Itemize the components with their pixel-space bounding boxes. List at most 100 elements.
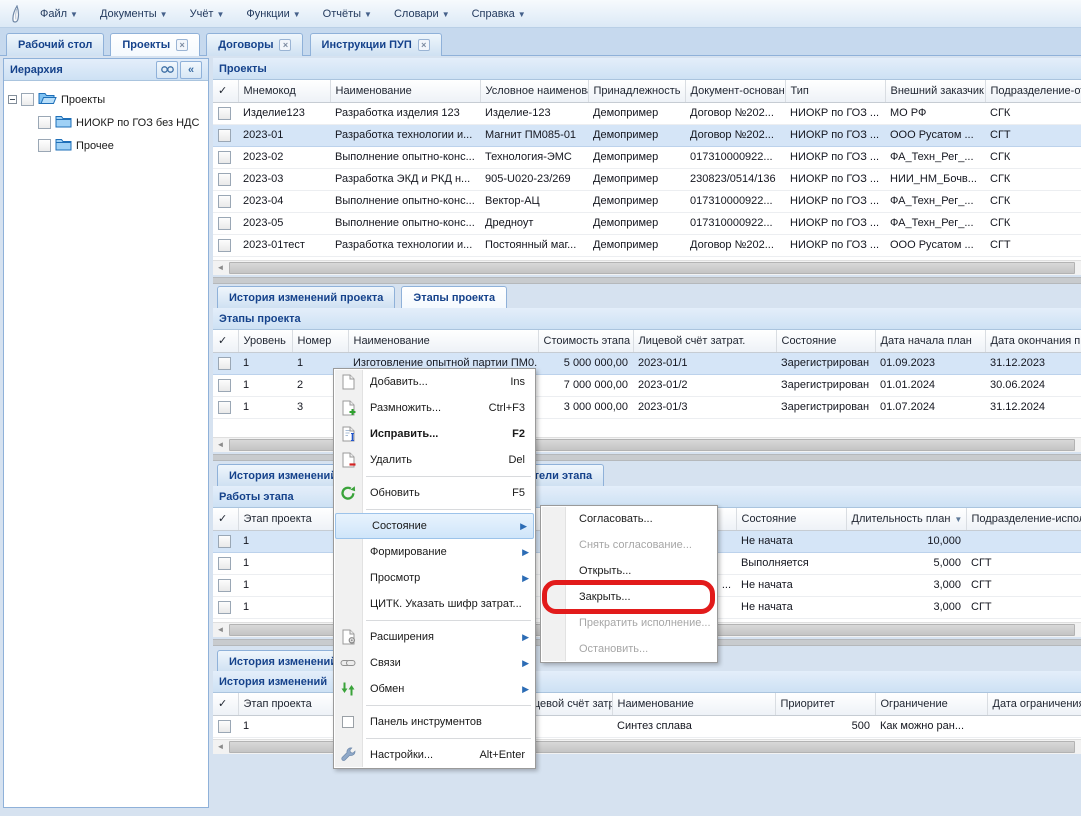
close-tab-icon[interactable]: × <box>176 39 188 51</box>
scrollbar-thumb[interactable] <box>229 262 1075 274</box>
tree-checkbox[interactable] <box>38 139 51 152</box>
column-header[interactable]: Состояние <box>776 330 875 352</box>
scroll-left-icon[interactable]: ◄ <box>213 261 228 275</box>
menu-functions[interactable]: Функции▼ <box>236 4 310 24</box>
row-checkbox[interactable] <box>218 357 231 370</box>
splitter[interactable] <box>213 277 1081 284</box>
column-header[interactable]: Наименование <box>348 330 538 352</box>
menu-help[interactable]: Справка▼ <box>462 4 536 24</box>
row-checkbox[interactable] <box>218 557 231 570</box>
row-checkbox[interactable] <box>218 601 231 614</box>
column-header[interactable]: Номер <box>292 330 348 352</box>
search-icon[interactable] <box>156 61 178 79</box>
select-all-header[interactable]: ✓ <box>213 330 238 352</box>
tab-stage-history[interactable]: История изменений <box>217 464 349 486</box>
select-all-header[interactable]: ✓ <box>213 80 238 102</box>
tab-project-history[interactable]: История изменений проекта <box>217 286 395 308</box>
column-header[interactable]: Принадлежность <box>588 80 685 102</box>
row-checkbox[interactable] <box>218 535 231 548</box>
column-header[interactable]: Дата начала план <box>875 330 985 352</box>
scroll-left-icon[interactable]: ◄ <box>213 438 228 452</box>
column-header[interactable]: Состояние <box>736 508 846 530</box>
row-checkbox[interactable] <box>218 107 231 120</box>
column-header[interactable]: Условное наименова <box>480 80 588 102</box>
menu-item[interactable]: Состояние▶ <box>335 513 534 539</box>
menu-dictionaries[interactable]: Словари▼ <box>384 4 460 24</box>
column-header[interactable]: Уровень <box>238 330 292 352</box>
tab-contracts[interactable]: Договоры× <box>206 33 303 56</box>
menu-item[interactable]: Связи▶ <box>334 650 535 676</box>
row-checkbox[interactable] <box>218 195 231 208</box>
tree-item-projects[interactable]: Проекты <box>8 88 204 111</box>
row-checkbox[interactable] <box>218 401 231 414</box>
table-row[interactable]: 2023-05Выполнение опытно-конс...Дредноут… <box>213 212 1081 234</box>
column-header[interactable]: Ограничение <box>875 693 987 715</box>
row-checkbox[interactable] <box>218 239 231 252</box>
menu-item[interactable]: Согласовать... <box>541 506 717 532</box>
menu-item[interactable]: Формирование▶ <box>334 539 535 565</box>
tab-instructions[interactable]: Инструкции ПУП× <box>310 33 442 56</box>
column-header[interactable]: Приоритет <box>775 693 875 715</box>
menu-accounting[interactable]: Учёт▼ <box>180 4 235 24</box>
menu-reports[interactable]: Отчёты▼ <box>313 4 382 24</box>
collapse-panel-icon[interactable]: « <box>180 61 202 79</box>
row-checkbox[interactable] <box>218 720 231 733</box>
menu-item[interactable]: ОбновитьF5 <box>334 480 535 506</box>
column-header[interactable]: Наименование <box>612 693 775 715</box>
column-header[interactable]: Дата окончания п <box>985 330 1081 352</box>
table-row[interactable]: 2023-04Выполнение опытно-конс...Вектор-А… <box>213 190 1081 212</box>
row-checkbox[interactable] <box>218 129 231 142</box>
menu-item[interactable]: Обмен▶ <box>334 676 535 702</box>
table-row[interactable]: Изделие123Разработка изделия 123Изделие-… <box>213 102 1081 124</box>
column-header[interactable]: Документ-основан <box>685 80 785 102</box>
row-checkbox[interactable] <box>218 173 231 186</box>
tree-checkbox[interactable] <box>38 116 51 129</box>
menu-item[interactable]: Закрыть... <box>541 584 717 610</box>
menu-item[interactable]: Просмотр▶ <box>334 565 535 591</box>
column-header[interactable]: Этап проекта <box>238 508 340 530</box>
tree-checkbox[interactable] <box>21 93 34 106</box>
row-checkbox[interactable] <box>218 579 231 592</box>
column-header[interactable]: Дата ограничения <box>987 693 1081 715</box>
menu-item[interactable]: Открыть... <box>541 558 717 584</box>
column-header[interactable]: Длительность план▼ <box>846 508 966 530</box>
scroll-left-icon[interactable]: ◄ <box>213 740 228 754</box>
tab-project-stages[interactable]: Этапы проекта <box>401 286 507 308</box>
column-header[interactable]: Лицевой счёт затрат. <box>633 330 776 352</box>
column-header[interactable]: Стоимость этапа <box>538 330 633 352</box>
table-row[interactable]: 2023-02Выполнение опытно-конс...Технолог… <box>213 146 1081 168</box>
menu-item[interactable]: Панель инструментов <box>334 709 535 735</box>
menu-item[interactable]: Размножить...Ctrl+F3 <box>334 395 535 421</box>
tab-projects[interactable]: Проекты× <box>110 33 200 56</box>
scroll-left-icon[interactable]: ◄ <box>213 623 228 637</box>
column-header[interactable]: Подразделение-от <box>985 80 1081 102</box>
tab-work-history[interactable]: История изменений <box>217 650 349 672</box>
tab-desktop[interactable]: Рабочий стол <box>6 33 104 56</box>
menu-item[interactable]: Расширения▶ <box>334 624 535 650</box>
table-row[interactable]: 2023-03Разработка ЭКД и РКД н...905-U020… <box>213 168 1081 190</box>
select-all-header[interactable]: ✓ <box>213 693 238 715</box>
column-header[interactable]: Этап проекта <box>238 693 340 715</box>
close-tab-icon[interactable]: × <box>279 39 291 51</box>
tree-item-other[interactable]: Прочее <box>38 134 204 157</box>
table-row[interactable]: 2023-01Разработка технологии и...Магнит … <box>213 124 1081 146</box>
collapse-node-icon[interactable] <box>8 95 17 104</box>
table-row[interactable]: 2023-01тестРазработка технологии и...Пос… <box>213 234 1081 256</box>
column-header[interactable]: Мнемокод <box>238 80 330 102</box>
menu-item[interactable]: Исправить...F2 <box>334 421 535 447</box>
row-checkbox[interactable] <box>218 379 231 392</box>
menu-item[interactable]: Настройки...Alt+Enter <box>334 742 535 768</box>
menu-item[interactable]: УдалитьDel <box>334 447 535 473</box>
row-checkbox[interactable] <box>218 151 231 164</box>
row-checkbox[interactable] <box>218 217 231 230</box>
select-all-header[interactable]: ✓ <box>213 508 238 530</box>
projects-hscrollbar[interactable]: ◄ <box>213 260 1081 275</box>
menu-documents[interactable]: Документы▼ <box>90 4 178 24</box>
column-header[interactable]: Наименование <box>330 80 480 102</box>
tree-item-niokr[interactable]: НИОКР по ГОЗ без НДС <box>38 111 204 134</box>
menu-item[interactable]: Добавить...Ins <box>334 369 535 395</box>
menu-file[interactable]: Файл▼ <box>30 4 88 24</box>
column-header[interactable]: Тип <box>785 80 885 102</box>
column-header[interactable]: Внешний заказчик <box>885 80 985 102</box>
column-header[interactable]: Подразделение-исполн <box>966 508 1081 530</box>
